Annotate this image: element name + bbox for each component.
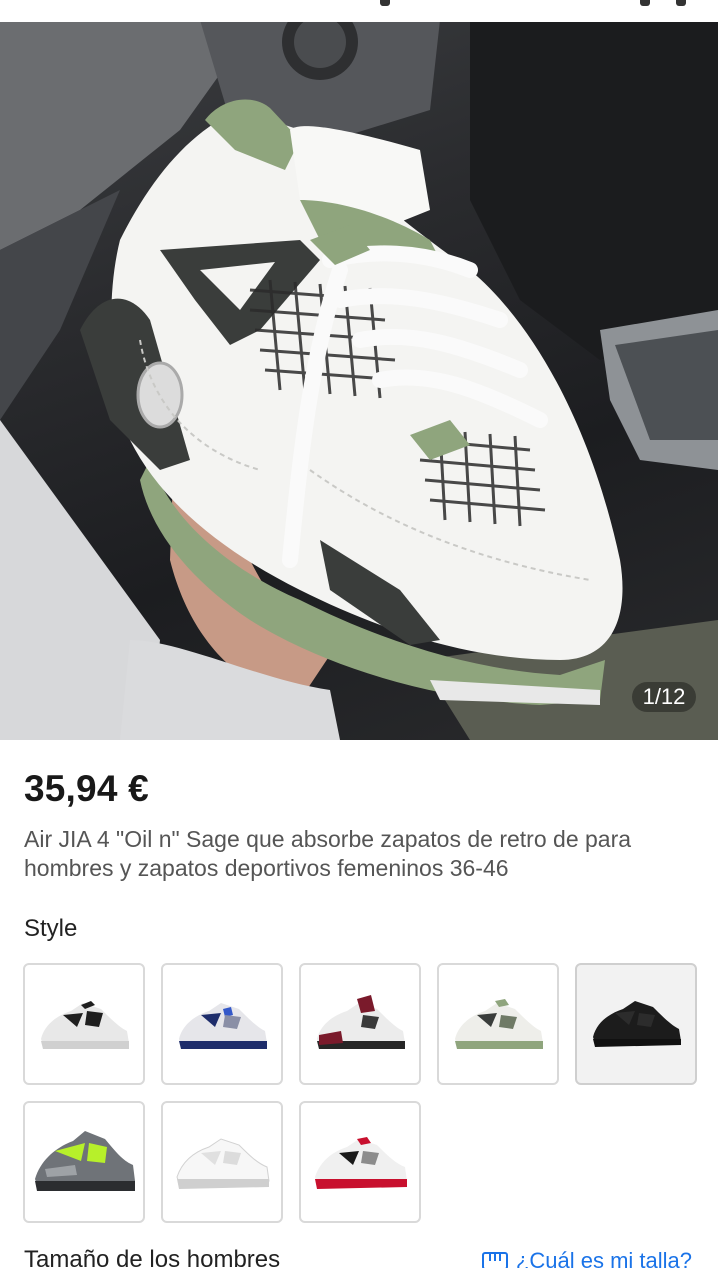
style-option[interactable] [299, 1101, 421, 1223]
style-option[interactable] [23, 963, 145, 1085]
sneaker-thumbnail [41, 1001, 129, 1049]
sneaker-thumbnail [35, 1131, 135, 1191]
bottom-edge [0, 1268, 718, 1280]
style-option[interactable] [299, 963, 421, 1085]
product-page: 1/12 35,94 € Air JIA 4 "Oil n" Sage que … [0, 0, 718, 1280]
sneaker-thumbnail [315, 1137, 407, 1189]
status-indicator-icon [380, 0, 390, 6]
product-photo [0, 0, 718, 740]
product-title: Air JIA 4 "Oil n" Sage que absorbe zapat… [24, 826, 632, 881]
image-counter: 1/12 [632, 682, 696, 712]
status-indicator-icon [676, 0, 686, 6]
style-option[interactable] [437, 963, 559, 1085]
style-option[interactable] [575, 963, 697, 1085]
style-option[interactable] [161, 1101, 283, 1223]
sneaker-thumbnail [317, 995, 405, 1049]
status-indicator-icon [640, 0, 650, 6]
style-label: Style [24, 915, 78, 942]
status-bar [0, 0, 718, 22]
product-price: 35,94 € [24, 768, 149, 809]
style-option[interactable] [161, 963, 283, 1085]
product-image-gallery[interactable]: 1/12 [0, 0, 718, 740]
sneaker-thumbnail [179, 1003, 267, 1049]
style-option[interactable] [23, 1101, 145, 1223]
sneaker-thumbnail [593, 1001, 681, 1047]
sneaker-thumbnail [176, 1138, 270, 1189]
sneaker-thumbnail [455, 999, 543, 1049]
